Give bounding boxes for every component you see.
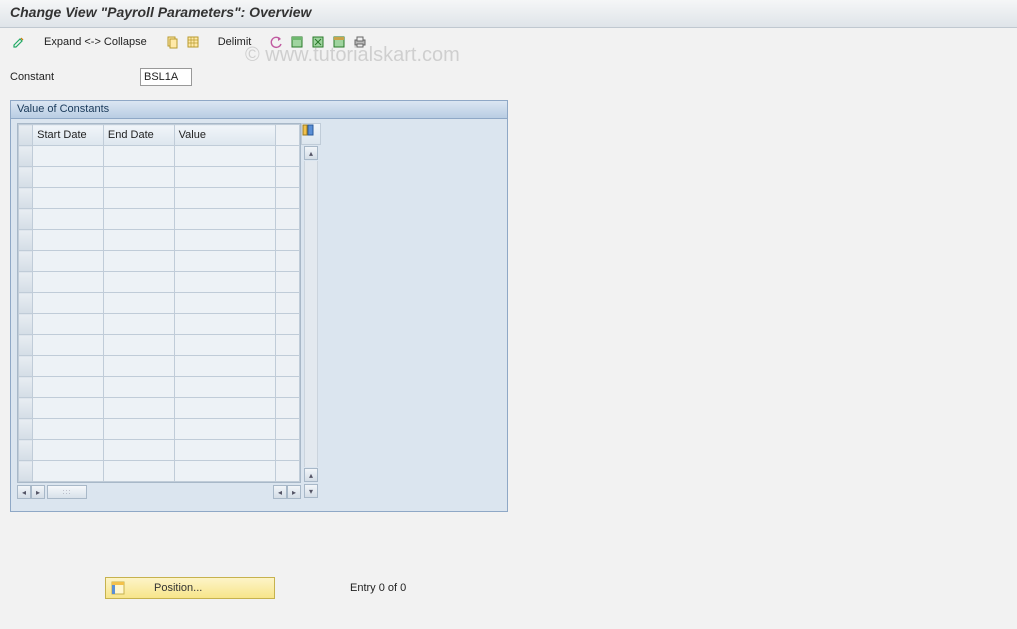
col-end-date[interactable]: End Date bbox=[103, 125, 174, 146]
constant-value[interactable]: BSL1A bbox=[140, 68, 192, 86]
table-row[interactable] bbox=[19, 167, 300, 188]
table-row[interactable] bbox=[19, 335, 300, 356]
table-row[interactable] bbox=[19, 293, 300, 314]
table-row[interactable] bbox=[19, 314, 300, 335]
table-row[interactable] bbox=[19, 188, 300, 209]
scroll-up-icon[interactable]: ▴ bbox=[304, 146, 318, 160]
col-spacer bbox=[275, 125, 299, 146]
delimit-button[interactable]: Delimit bbox=[214, 36, 256, 48]
position-button-label: Position... bbox=[154, 582, 202, 594]
print-icon[interactable] bbox=[351, 33, 369, 51]
table-row[interactable] bbox=[19, 461, 300, 482]
page-title: Change View "Payroll Parameters": Overvi… bbox=[10, 4, 311, 20]
scroll-down-last-icon[interactable]: ▾ bbox=[304, 484, 318, 498]
position-icon bbox=[110, 580, 126, 596]
vertical-scrollbar[interactable]: ▴ ▴ ▾ bbox=[303, 123, 319, 499]
scroll-right-icon[interactable]: ◂ bbox=[273, 485, 287, 499]
undo-icon[interactable] bbox=[267, 33, 285, 51]
table-row[interactable] bbox=[19, 251, 300, 272]
toggle-edit-icon[interactable] bbox=[10, 33, 28, 51]
table-row[interactable] bbox=[19, 230, 300, 251]
table-row[interactable] bbox=[19, 272, 300, 293]
constants-panel: Value of Constants Start Date End Date V… bbox=[10, 100, 508, 512]
hscroll-thumb[interactable]: ::: bbox=[47, 485, 87, 499]
footer: Position... Entry 0 of 0 bbox=[0, 577, 1017, 599]
table-row[interactable] bbox=[19, 419, 300, 440]
constant-field-row: Constant BSL1A bbox=[10, 68, 1007, 86]
select-all-icon[interactable] bbox=[184, 33, 202, 51]
constant-label: Constant bbox=[10, 71, 140, 83]
col-start-date[interactable]: Start Date bbox=[33, 125, 104, 146]
copy-icon[interactable] bbox=[163, 33, 181, 51]
table-row[interactable] bbox=[19, 398, 300, 419]
horizontal-scrollbar[interactable]: ◂ ▸ ::: ◂ ▸ bbox=[17, 483, 301, 499]
expand-collapse-button[interactable]: Expand <-> Collapse bbox=[40, 36, 151, 48]
title-bar: Change View "Payroll Parameters": Overvi… bbox=[0, 0, 1017, 28]
table-row[interactable] bbox=[19, 440, 300, 461]
table-row[interactable] bbox=[19, 209, 300, 230]
scroll-right-last-icon[interactable]: ▸ bbox=[287, 485, 301, 499]
toolbar: Expand <-> Collapse Delimit bbox=[0, 28, 1017, 56]
table-row[interactable] bbox=[19, 146, 300, 167]
panel-header: Value of Constants bbox=[11, 101, 507, 119]
content-area: Constant BSL1A Value of Constants Start … bbox=[0, 56, 1017, 524]
col-value[interactable]: Value bbox=[174, 125, 275, 146]
scroll-left-first-icon[interactable]: ◂ bbox=[17, 485, 31, 499]
entry-count: Entry 0 of 0 bbox=[350, 582, 406, 594]
table-row[interactable] bbox=[19, 377, 300, 398]
position-button[interactable]: Position... bbox=[105, 577, 275, 599]
configure-columns-icon[interactable] bbox=[301, 123, 321, 145]
table-row[interactable] bbox=[19, 356, 300, 377]
scroll-left-icon[interactable]: ▸ bbox=[31, 485, 45, 499]
select-block-icon[interactable] bbox=[288, 33, 306, 51]
deselect-all-icon[interactable] bbox=[309, 33, 327, 51]
table-settings-icon[interactable] bbox=[330, 33, 348, 51]
select-all-rows[interactable] bbox=[19, 125, 33, 146]
scroll-down-icon[interactable]: ▴ bbox=[304, 468, 318, 482]
constants-table: Start Date End Date Value bbox=[17, 123, 301, 483]
